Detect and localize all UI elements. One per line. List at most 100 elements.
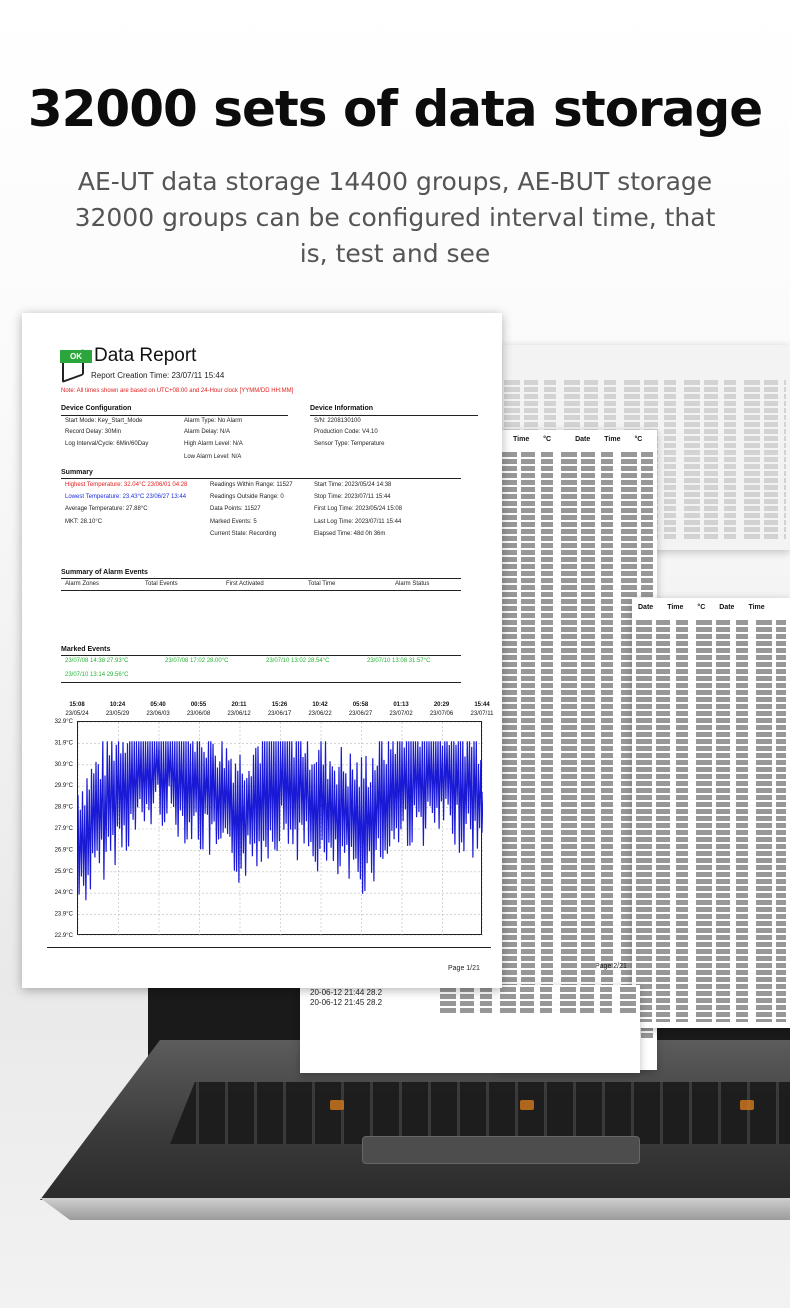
x-tick-date: 23/07/02: [389, 711, 413, 717]
col-date: Date: [575, 436, 591, 443]
x-tick-date: 23/06/27: [349, 711, 373, 717]
lowest-temp: Lowest Temperature: 23.43°C 23/06/27 13:…: [65, 494, 187, 500]
data-point: [441, 770, 444, 773]
y-tick-label: 31.9°C: [55, 740, 74, 746]
data-point: [198, 781, 201, 783]
data-point: [401, 776, 403, 779]
col-temp: °C: [634, 436, 643, 443]
col-time: Time: [604, 436, 621, 443]
serial-number: S/N: 2208130100: [314, 418, 361, 424]
record-delay: Record Delay: 30Min: [65, 429, 122, 435]
data-point: [117, 787, 120, 790]
report-title: Data Report: [94, 345, 197, 366]
temperature-line-chart: [77, 721, 484, 937]
laptop-keyboard: [170, 1082, 790, 1144]
average-temp: Average Temperature: 27.88°C: [65, 506, 148, 512]
current-state: Current State: Recording: [210, 531, 277, 537]
data-point: [482, 791, 484, 794]
data-point: [279, 774, 282, 777]
divider: [310, 415, 478, 416]
key-highlight: [520, 1100, 534, 1110]
laptop-front-edge: [40, 1198, 790, 1220]
marked-events-heading: Marked Events: [61, 646, 111, 653]
x-tick-time: 15:44: [474, 702, 490, 708]
alarm-events-heading: Summary of Alarm Events: [61, 569, 148, 576]
series-line: [77, 741, 484, 901]
col-time: Time: [513, 436, 530, 443]
data-table-header: Date Time °C Date Time: [638, 604, 784, 611]
marked-event: 23/07/10 13:02 28.54°C: [266, 658, 330, 664]
key-highlight: [330, 1100, 344, 1110]
readings-outside: Readings Outside Range: 0: [210, 494, 284, 500]
col-temp: °C: [543, 436, 552, 443]
ok-badge: OK: [60, 350, 92, 363]
x-tick-time: 10:24: [110, 702, 126, 708]
alarm-type: Alarm Type: No Alarm: [184, 418, 243, 424]
col-date: Date: [638, 604, 654, 611]
strip-row: 20-06-12 21:44 28.2: [310, 988, 383, 997]
y-tick-label: 30.9°C: [55, 762, 74, 768]
data-table-rows: [440, 987, 636, 1013]
y-tick-label: 22.9°C: [55, 933, 74, 939]
x-tick-time: 10:42: [312, 702, 328, 708]
low-alarm-level: Low Alarm Level: N/A: [184, 454, 242, 460]
alarm-col: Alarm Status: [395, 581, 430, 587]
y-tick-label: 29.9°C: [55, 783, 74, 789]
x-tick-date: 23/06/17: [268, 711, 292, 717]
first-log-time: First Log Time: 2023/05/24 15:08: [314, 506, 403, 512]
start-mode: Start Mode: Key_Start_Mode: [65, 418, 143, 424]
x-tick-time: 20:29: [434, 702, 450, 708]
production-code: Production Code: V4.10: [314, 429, 378, 435]
last-log-time: Last Log Time: 2023/07/11 15:44: [314, 519, 402, 525]
divider: [47, 947, 491, 948]
high-alarm-level: High Alarm Level: N/A: [184, 441, 243, 447]
x-tick-time: 15:08: [69, 702, 85, 708]
hero-title: 32000 sets of data storage: [27, 80, 763, 138]
y-tick-label: 26.9°C: [55, 847, 74, 853]
x-tick-time: 15:26: [272, 702, 288, 708]
marked-event: 23/07/10 13:14 29.56°C: [65, 672, 129, 678]
divider: [61, 682, 461, 683]
y-tick-label: 24.9°C: [55, 890, 74, 896]
data-table-header: Time °C Date Time °C: [503, 436, 651, 443]
alarm-delay: Alarm Delay: N/A: [184, 429, 231, 435]
x-tick-date: 23/06/03: [146, 711, 170, 717]
divider: [61, 655, 461, 656]
alarm-col: Alarm Zones: [65, 581, 100, 587]
y-tick-label: 23.9°C: [55, 912, 74, 918]
device-info-heading: Device Information: [310, 405, 374, 412]
stop-time: Stop Time: 2023/07/11 15:44: [314, 494, 391, 500]
x-tick-date: 23/07/06: [430, 711, 454, 717]
divider: [61, 415, 288, 416]
x-tick-time: 20:11: [231, 702, 247, 708]
sensor-type: Sensor Type: Temperature: [314, 441, 385, 447]
alarm-col: Total Events: [145, 581, 178, 587]
temperature-chart: [77, 721, 484, 937]
x-tick-date: 23/06/08: [187, 711, 211, 717]
alarm-col: First Activated: [226, 581, 264, 587]
x-tick-time: 00:55: [191, 702, 207, 708]
x-tick-date: 23/07/11: [471, 711, 495, 717]
data-point: [320, 804, 322, 807]
data-points: Data Points: 11527: [210, 506, 261, 512]
data-sheet-right: Date Time °C Date Time: [632, 598, 790, 1028]
col-date: Date: [719, 604, 735, 611]
data-table-rows: [501, 452, 653, 1040]
device-config-heading: Device Configuration: [61, 405, 132, 412]
divider: [61, 590, 461, 591]
divider: [61, 578, 461, 579]
data-sheet-bottom: 20-06-12 21:44 28.2 20-06-12 21:45 28.2: [300, 985, 640, 1073]
x-tick-date: 23/06/22: [308, 711, 332, 717]
marked-events-count: Marked Events: 5: [210, 519, 257, 525]
y-tick-label: 28.9°C: [55, 805, 74, 811]
log-interval: Log Interval/Cycle: 6Min/60Day: [65, 441, 149, 447]
y-tick-label: 25.9°C: [55, 869, 74, 875]
col-temp: °C: [697, 604, 706, 611]
col-time: Time: [667, 604, 684, 611]
x-tick-date: 23/05/24: [65, 711, 89, 717]
key-highlight: [740, 1100, 754, 1110]
data-point: [239, 813, 241, 815]
x-tick-time: 05:58: [353, 702, 369, 708]
mkt: MKT: 28.10°C: [65, 519, 103, 525]
marked-event: 23/07/08 14:38 27.93°C: [65, 658, 129, 664]
